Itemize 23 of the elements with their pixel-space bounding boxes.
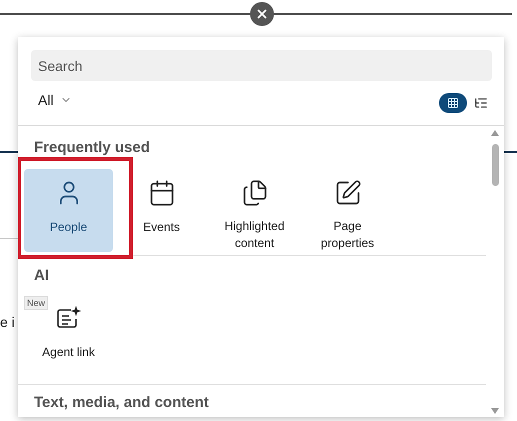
section-title: Text, media, and content: [34, 394, 209, 411]
section-title: AI: [34, 267, 49, 284]
grid-view-button[interactable]: [439, 93, 467, 113]
filter-dropdown[interactable]: All: [31, 86, 79, 114]
new-badge: New: [24, 296, 48, 310]
scrollbar-thumb[interactable]: [492, 144, 498, 186]
edit-icon: [334, 178, 362, 206]
web-part-tile[interactable]: Page properties: [303, 169, 392, 252]
scroll-up-icon[interactable]: [491, 130, 499, 136]
scroll-down-icon[interactable]: [491, 408, 499, 414]
sparkle-document-icon: [56, 306, 82, 330]
list-icon: [474, 96, 488, 110]
documents-icon: [240, 178, 268, 206]
web-part-tile[interactable]: Events: [117, 169, 206, 252]
search-field[interactable]: Search: [31, 50, 492, 81]
grid-icon: [447, 97, 459, 109]
page-text: e i: [0, 313, 15, 332]
close-button[interactable]: [250, 2, 274, 26]
web-part-tile[interactable]: People: [24, 169, 113, 252]
web-part-tile[interactable]: Highlighted content: [210, 169, 299, 252]
calendar-icon: [148, 179, 176, 207]
section-title: Frequently used: [34, 139, 150, 156]
close-icon: [255, 7, 269, 21]
